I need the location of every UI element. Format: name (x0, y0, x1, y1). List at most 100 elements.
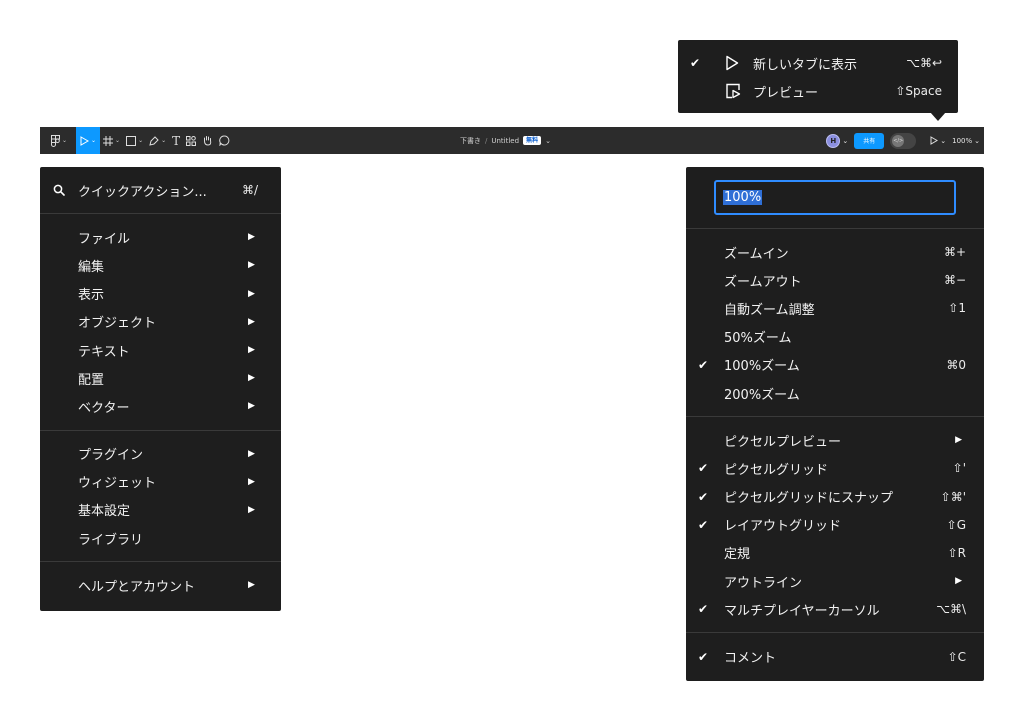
play-icon (725, 55, 739, 75)
hand-tool-button[interactable] (199, 127, 216, 154)
file-name[interactable]: Untitled (491, 137, 519, 145)
toolbar-right: H ⌄ 共有 </> ⌄ 100% ⌄ (826, 127, 980, 154)
comment-icon (219, 135, 230, 146)
menu-item-open-in-new-tab[interactable]: ✔ 新しいタブに表示 ⌥⌘↩ (678, 49, 958, 77)
main-menu: クイックアクション... ⌘/ ファイル ▶ 編集 ▶ 表示 ▶ オブジェクト ▶ テキ… (40, 167, 281, 611)
check-icon: ✔ (698, 489, 709, 504)
zoom-menu: 100% ズームイン ⌘+ ズームアウト ⌘− 自動ズーム調整 ⇧1 50%ズーム ✔… (686, 167, 984, 681)
menu-item-label: プレビュー (753, 85, 819, 101)
menu-item-preferences[interactable]: 基本設定 ▶ (40, 496, 281, 524)
avatar[interactable]: H (826, 133, 841, 148)
menu-item-label: 新しいタブに表示 (753, 57, 858, 73)
menu-item-file[interactable]: ファイル ▶ (40, 223, 281, 251)
submenu-arrow-icon: ▶ (248, 316, 255, 327)
menu-item-zoom-50[interactable]: 50%ズーム (686, 323, 984, 351)
present-button[interactable]: ⌄ (930, 136, 946, 145)
menu-item-rulers[interactable]: 定規 ⇧R (686, 539, 984, 567)
menu-item-vector[interactable]: ベクター ▶ (40, 392, 281, 420)
menu-item-shortcut: ⇧⌘' (940, 489, 966, 504)
menu-item-zoom-to-fit[interactable]: 自動ズーム調整 ⇧1 (686, 294, 984, 322)
chevron-down-icon[interactable]: ⌄ (545, 137, 551, 145)
chevron-down-icon: ⌄ (91, 137, 97, 144)
menu-item-comments[interactable]: ✔ コメント ⇧C (686, 642, 984, 670)
menu-item-pixel-preview[interactable]: ピクセルプレビュー ▶ (686, 426, 984, 454)
zoom-menu-button[interactable]: 100% ⌄ (952, 137, 980, 145)
menu-item-snap-to-pixel-grid[interactable]: ✔ ピクセルグリッドにスナップ ⇧⌘' (686, 483, 984, 511)
menu-item-outlines[interactable]: アウトライン ▶ (686, 567, 984, 595)
frame-icon (103, 135, 114, 146)
submenu-arrow-icon: ▶ (248, 504, 255, 515)
comment-tool-button[interactable] (216, 127, 233, 154)
menu-item-zoom-in[interactable]: ズームイン ⌘+ (686, 238, 984, 266)
chevron-down-icon: ⌄ (62, 137, 68, 144)
frame-tool-button[interactable]: ⌄ (100, 127, 123, 154)
quick-actions-item[interactable]: クイックアクション... ⌘/ (40, 176, 281, 204)
menu-item-label: ズームアウト (724, 274, 802, 290)
submenu-arrow-icon: ▶ (955, 576, 962, 587)
menu-item-label: ウィジェット (78, 476, 157, 492)
main-menu-button[interactable]: ⌄ (48, 127, 70, 154)
menu-divider (686, 228, 984, 229)
menu-item-label: 200%ズーム (724, 387, 800, 403)
menu-item-label: レイアウトグリッド (724, 519, 842, 535)
menu-item-label: ピクセルグリッド (724, 462, 829, 478)
menu-item-edit[interactable]: 編集 ▶ (40, 251, 281, 279)
menu-item-zoom-out[interactable]: ズームアウト ⌘− (686, 266, 984, 294)
zoom-input[interactable]: 100% (714, 180, 956, 215)
menu-item-preview[interactable]: プレビュー ⇧Space (678, 77, 958, 105)
menu-item-pixel-grid[interactable]: ✔ ピクセルグリッド ⇧' (686, 454, 984, 482)
menu-item-widgets[interactable]: ウィジェット ▶ (40, 468, 281, 496)
menu-item-shortcut: ⌘/ (242, 183, 259, 198)
menu-item-libraries[interactable]: ライブラリ (40, 524, 281, 552)
text-icon: T (172, 133, 181, 148)
move-tool-button[interactable]: ⌄ (76, 127, 101, 154)
preview-menu: ✔ 新しいタブに表示 ⌥⌘↩ プレビュー ⇧Space (678, 40, 958, 113)
menu-item-label: アウトライン (724, 575, 803, 591)
menu-item-arrange[interactable]: 配置 ▶ (40, 364, 281, 392)
chevron-down-icon: ⌄ (115, 137, 121, 144)
menu-item-label: テキスト (78, 344, 130, 360)
menu-item-shortcut: ⇧C (947, 649, 966, 664)
check-icon: ✔ (698, 602, 709, 617)
menu-item-shortcut: ⇧G (946, 517, 966, 532)
menu-item-label: ピクセルグリッドにスナップ (724, 491, 894, 507)
menu-divider (686, 632, 984, 634)
menu-item-zoom-200[interactable]: 200%ズーム (686, 379, 984, 407)
submenu-arrow-icon: ▶ (248, 345, 255, 356)
breadcrumb-location[interactable]: 下書き (460, 136, 481, 146)
menu-item-help-account[interactable]: ヘルプとアカウント ▶ (40, 571, 281, 599)
menu-item-label: ピクセルプレビュー (724, 434, 842, 450)
menu-item-label: クイックアクション... (78, 184, 207, 200)
menu-item-label: 基本設定 (78, 504, 131, 520)
pen-tool-button[interactable]: ⌄ (146, 127, 169, 154)
submenu-arrow-icon: ▶ (248, 288, 255, 299)
resources-button[interactable] (183, 127, 199, 154)
menu-item-text[interactable]: テキスト ▶ (40, 336, 281, 364)
menu-item-shortcut: ⌘− (943, 273, 966, 288)
play-icon (930, 136, 939, 145)
submenu-arrow-icon: ▶ (248, 232, 255, 243)
chevron-down-icon: ⌄ (138, 137, 144, 144)
menu-item-label: 50%ズーム (724, 331, 792, 347)
menu-item-plugins[interactable]: プラグイン ▶ (40, 440, 281, 468)
submenu-arrow-icon: ▶ (955, 435, 962, 446)
chevron-down-icon: ⌄ (161, 137, 167, 144)
rectangle-icon (126, 135, 137, 146)
menu-item-shortcut: ⇧1 (948, 301, 966, 316)
menu-item-shortcut: ⌘+ (943, 245, 966, 260)
menu-item-layout-grids[interactable]: ✔ レイアウトグリッド ⇧G (686, 511, 984, 539)
menu-item-view[interactable]: 表示 ▶ (40, 280, 281, 308)
preview-icon (725, 83, 741, 103)
menu-item-shortcut: ⌥⌘↩ (906, 56, 942, 71)
menu-item-multiplayer-cursors[interactable]: ✔ マルチプレイヤーカーソル ⌥⌘\ (686, 595, 984, 623)
menu-item-zoom-100[interactable]: ✔ 100%ズーム ⌘0 (686, 351, 984, 379)
check-icon: ✔ (698, 461, 709, 476)
multiplayer-menu[interactable]: H ⌄ (826, 133, 848, 148)
menu-item-object[interactable]: オブジェクト ▶ (40, 308, 281, 336)
breadcrumb-separator: / (485, 136, 488, 145)
dev-mode-toggle[interactable]: </> (890, 132, 917, 149)
share-button[interactable]: 共有 (854, 132, 885, 149)
text-tool-button[interactable]: T (169, 127, 183, 154)
chevron-down-icon: ⌄ (974, 136, 980, 145)
shape-tool-button[interactable]: ⌄ (123, 127, 146, 154)
